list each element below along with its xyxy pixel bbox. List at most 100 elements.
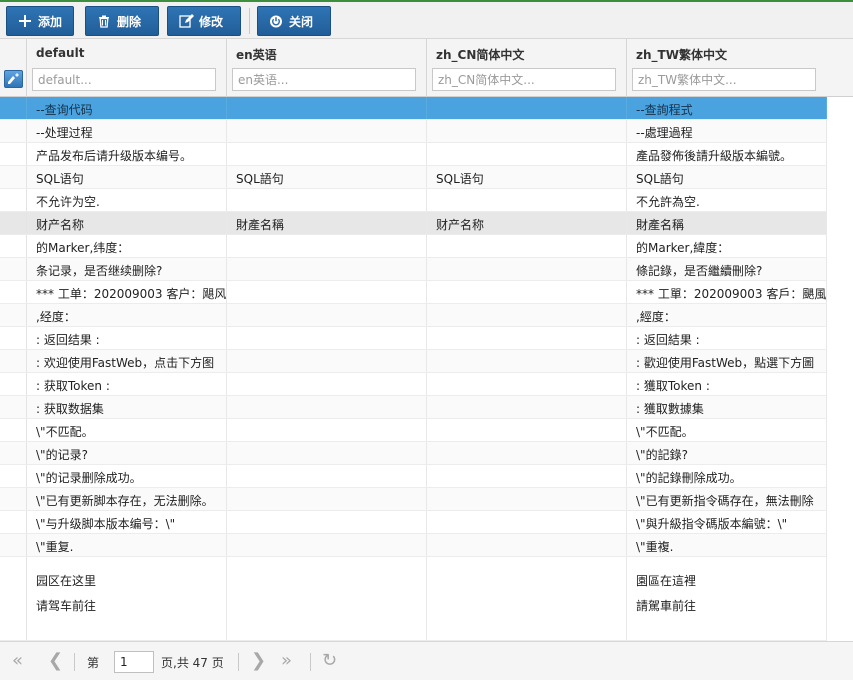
table-cell-default[interactable]: 园区在这里 请驾车前往	[27, 557, 227, 640]
table-cell-default[interactable]: 财产名称	[27, 212, 227, 234]
table-cell-en[interactable]	[227, 120, 427, 142]
first-page-icon[interactable]: «	[12, 651, 23, 671]
table-cell-zh-tw[interactable]: --查詢程式	[627, 97, 827, 119]
table-row[interactable]: : 获取数据集 : 獲取數據集	[0, 396, 827, 419]
table-cell-en[interactable]	[227, 97, 427, 119]
table-cell-zh-cn[interactable]	[427, 488, 627, 510]
table-row[interactable]: \"已有更新脚本存在，无法删除。 \"已有更新指令碼存在，無法刪除	[0, 488, 827, 511]
row-indicator[interactable]	[0, 166, 27, 188]
table-cell-en[interactable]	[227, 350, 427, 372]
table-cell-zh-cn[interactable]	[427, 557, 627, 640]
column-header-zh-tw[interactable]: zh_TW繁体中文	[627, 39, 853, 97]
table-cell-en[interactable]	[227, 396, 427, 418]
filter-input-en[interactable]	[232, 68, 416, 91]
table-cell-zh-tw[interactable]: \"已有更新指令碼存在，無法刪除	[627, 488, 827, 510]
row-indicator[interactable]	[0, 189, 27, 211]
table-cell-en[interactable]	[227, 373, 427, 395]
table-cell-zh-tw[interactable]: : 獲取數據集	[627, 396, 827, 418]
filter-input-zh-cn[interactable]	[432, 68, 616, 91]
delete-button[interactable]: 删除	[85, 6, 159, 36]
table-cell-zh-cn[interactable]	[427, 419, 627, 441]
table-row[interactable]: \"重复. \"重複.	[0, 534, 827, 557]
table-cell-default[interactable]: \"的记录删除成功。	[27, 465, 227, 487]
table-cell-en[interactable]	[227, 281, 427, 303]
table-cell-default[interactable]: : 获取数据集	[27, 396, 227, 418]
last-page-icon[interactable]: »	[281, 651, 292, 671]
table-row[interactable]: \"的记录删除成功。 \"的記錄刪除成功。	[0, 465, 827, 488]
table-cell-en[interactable]	[227, 258, 427, 280]
table-row[interactable]: : 获取Token : : 獲取Token :	[0, 373, 827, 396]
table-cell-zh-tw[interactable]: 的Marker,緯度：	[627, 235, 827, 257]
table-row[interactable]: : 返回结果 :: 返回結果 :	[0, 327, 827, 350]
table-row[interactable]: \"与升级脚本版本编号：\" \"與升級指令碼版本編號：\"	[0, 511, 827, 534]
table-cell-default[interactable]: SQL语句	[27, 166, 227, 188]
table-cell-default[interactable]: : 获取Token :	[27, 373, 227, 395]
row-indicator[interactable]	[0, 120, 27, 142]
table-cell-zh-tw[interactable]: 產品發佈後請升級版本編號。	[627, 143, 827, 165]
table-row[interactable]: : 欢迎使用FastWeb，点击下方图: 歡迎使用FastWeb，點選下方圖	[0, 350, 827, 373]
table-cell-default[interactable]: \"与升级脚本版本编号：\"	[27, 511, 227, 533]
table-cell-zh-cn[interactable]	[427, 189, 627, 211]
row-indicator[interactable]	[0, 327, 27, 349]
table-cell-default[interactable]: --处理过程	[27, 120, 227, 142]
row-indicator[interactable]	[0, 235, 27, 257]
table-cell-default[interactable]: : 欢迎使用FastWeb，点击下方图	[27, 350, 227, 372]
table-cell-zh-tw[interactable]: \"的記錄刪除成功。	[627, 465, 827, 487]
table-cell-zh-cn[interactable]	[427, 465, 627, 487]
table-row[interactable]: 园区在这里 请驾车前往 園區在這裡 請駕車前往	[0, 557, 827, 641]
table-cell-zh-tw[interactable]: *** 工單：202009003 客戶：颶風	[627, 281, 827, 303]
table-cell-zh-tw[interactable]: 財產名稱	[627, 212, 827, 234]
table-cell-en[interactable]: SQL語句	[227, 166, 427, 188]
column-settings-icon[interactable]	[4, 70, 23, 88]
table-cell-zh-tw[interactable]: \"與升級指令碼版本編號：\"	[627, 511, 827, 533]
table-row[interactable]: \"的记录? \"的記錄?	[0, 442, 827, 465]
table-cell-default[interactable]: \"已有更新脚本存在，无法删除。	[27, 488, 227, 510]
table-cell-zh-cn[interactable]	[427, 281, 627, 303]
table-cell-zh-cn[interactable]	[427, 396, 627, 418]
table-cell-zh-tw[interactable]: ,經度：	[627, 304, 827, 326]
table-cell-en[interactable]	[227, 534, 427, 556]
table-cell-default[interactable]: 条记录，是否继续删除?	[27, 258, 227, 280]
table-cell-en[interactable]: 財產名稱	[227, 212, 427, 234]
table-cell-en[interactable]	[227, 488, 427, 510]
table-cell-default[interactable]: 产品发布后请升级版本编号。	[27, 143, 227, 165]
table-cell-zh-cn[interactable]	[427, 304, 627, 326]
table-cell-zh-tw[interactable]: --處理過程	[627, 120, 827, 142]
column-header-zh-cn[interactable]: zh_CN简体中文	[427, 39, 627, 97]
row-indicator[interactable]	[0, 97, 27, 119]
row-indicator[interactable]	[0, 281, 27, 303]
table-cell-default[interactable]: \"不匹配。	[27, 419, 227, 441]
page-number-input[interactable]	[114, 651, 154, 673]
row-indicator[interactable]	[0, 143, 27, 165]
row-indicator[interactable]	[0, 304, 27, 326]
table-cell-zh-tw[interactable]: 園區在這裡 請駕車前往	[627, 557, 827, 640]
table-cell-zh-cn[interactable]	[427, 327, 627, 349]
row-indicator[interactable]	[0, 396, 27, 418]
table-row[interactable]: 不允许为空. 不允許為空.	[0, 189, 827, 212]
table-cell-zh-cn[interactable]	[427, 442, 627, 464]
next-page-icon[interactable]: ❯	[251, 651, 266, 671]
table-row[interactable]: 产品发布后请升级版本编号。 產品發佈後請升級版本編號。	[0, 143, 827, 166]
table-cell-zh-cn[interactable]	[427, 373, 627, 395]
prev-page-icon[interactable]: ❮	[48, 651, 63, 671]
table-cell-zh-cn[interactable]	[427, 534, 627, 556]
table-cell-zh-tw[interactable]: : 獲取Token :	[627, 373, 827, 395]
table-cell-zh-cn[interactable]	[427, 143, 627, 165]
table-cell-en[interactable]	[227, 442, 427, 464]
row-indicator[interactable]	[0, 258, 27, 280]
table-cell-en[interactable]	[227, 327, 427, 349]
table-cell-default[interactable]: ,经度：	[27, 304, 227, 326]
add-button[interactable]: 添加	[6, 6, 74, 36]
table-cell-zh-cn[interactable]: 财产名称	[427, 212, 627, 234]
table-cell-zh-tw[interactable]: 條記錄，是否繼續刪除?	[627, 258, 827, 280]
table-cell-en[interactable]	[227, 419, 427, 441]
table-cell-default[interactable]: : 返回结果 :	[27, 327, 227, 349]
table-row[interactable]: ,经度： ,經度：	[0, 304, 827, 327]
table-row[interactable]: SQL语句 SQL語句 SQL语句 SQL語句	[0, 166, 827, 189]
table-cell-zh-tw[interactable]: \"重複.	[627, 534, 827, 556]
table-cell-en[interactable]	[227, 511, 427, 533]
edit-button[interactable]: 修改	[167, 6, 241, 36]
filter-input-zh-tw[interactable]	[632, 68, 816, 91]
table-cell-en[interactable]	[227, 235, 427, 257]
table-cell-en[interactable]	[227, 557, 427, 640]
